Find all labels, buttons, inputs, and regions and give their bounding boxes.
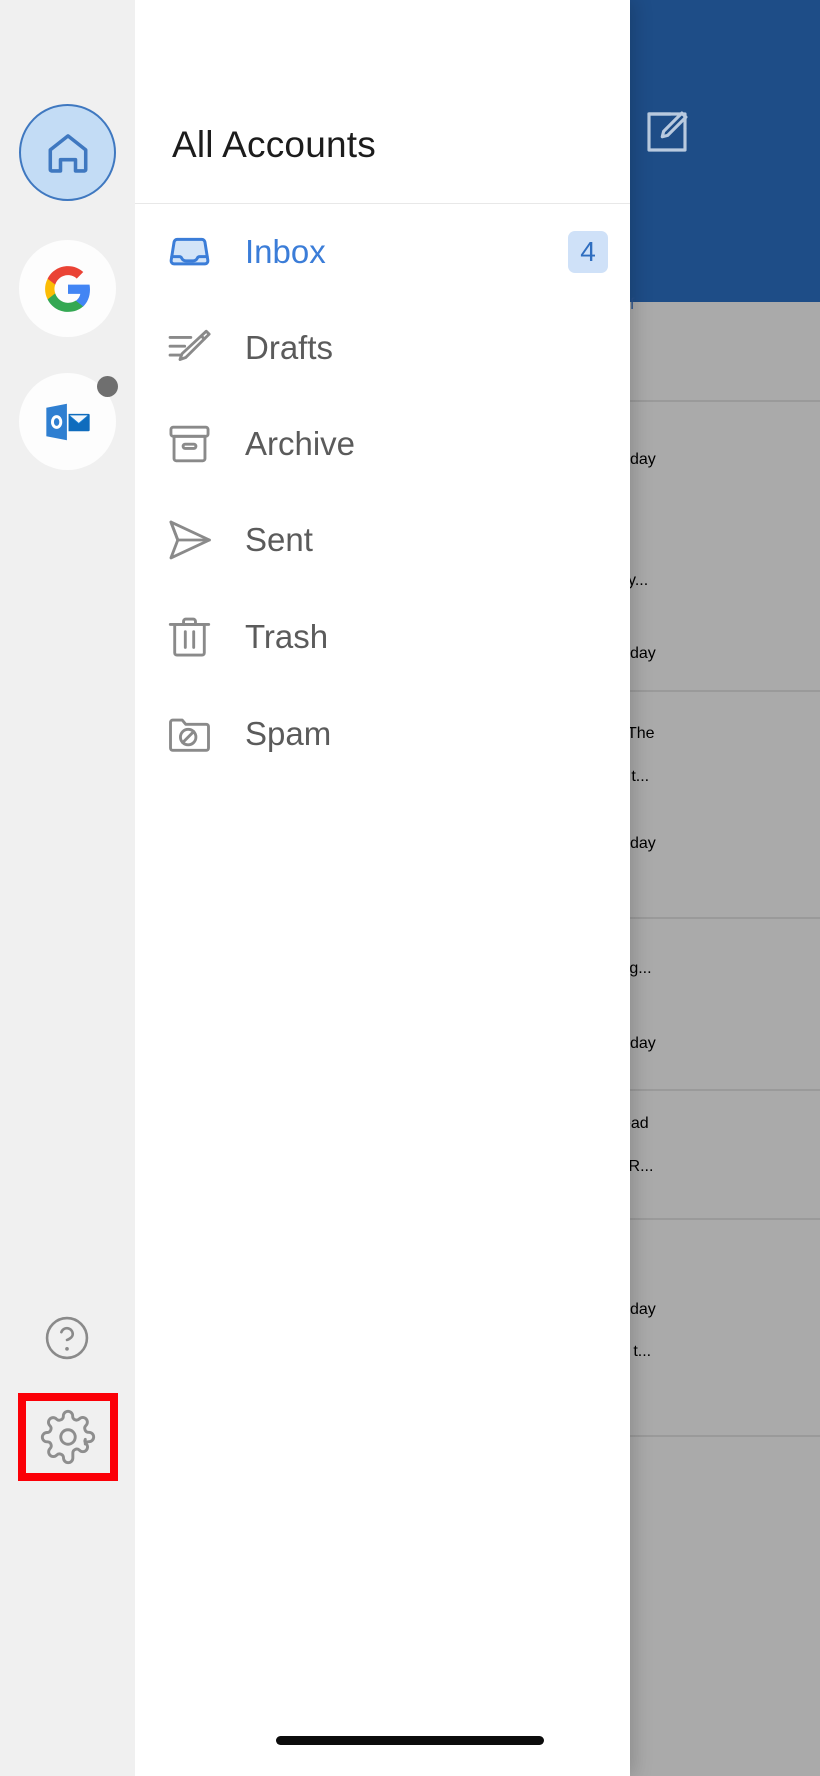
drafts-pencil-icon — [163, 322, 216, 375]
archive-box-icon — [163, 418, 216, 471]
settings-highlight-box — [18, 1393, 118, 1481]
page-title: All Accounts — [172, 124, 376, 165]
drawer-content: All Accounts Inbox 4 Drafts Archive Sent… — [135, 0, 630, 1776]
folder-label: Trash — [245, 618, 329, 655]
trash-can-icon — [163, 611, 216, 664]
google-icon — [44, 265, 90, 312]
spam-folder-icon — [163, 708, 216, 761]
paper-plane-icon — [163, 514, 216, 567]
rail-account-outlook[interactable] — [19, 373, 118, 470]
folder-item-inbox[interactable]: Inbox 4 — [135, 204, 630, 300]
home-indicator — [276, 1736, 544, 1745]
help-circle-icon[interactable] — [41, 1312, 93, 1364]
home-icon — [48, 133, 87, 173]
inbox-unread-badge: 4 — [568, 231, 608, 273]
folder-label: Inbox — [245, 233, 326, 270]
rail-account-google[interactable] — [19, 240, 116, 337]
account-rail — [0, 0, 135, 1776]
gear-icon[interactable] — [40, 1409, 96, 1465]
folder-item-trash[interactable]: Trash — [135, 589, 630, 685]
inbox-tray-icon — [163, 226, 216, 279]
folder-label: Sent — [245, 521, 313, 558]
folder-label: Drafts — [245, 329, 334, 366]
outlook-icon — [45, 403, 90, 440]
folder-label: Spam — [245, 715, 332, 752]
folder-label: Archive — [245, 425, 356, 462]
navigation-drawer: All Accounts Inbox 4 Drafts Archive Sent… — [0, 0, 630, 1776]
folder-item-archive[interactable]: Archive — [135, 396, 630, 492]
rail-account-all-accounts[interactable] — [19, 104, 116, 201]
folder-item-drafts[interactable]: Drafts — [135, 300, 630, 396]
folder-item-spam[interactable]: Spam — [135, 686, 630, 782]
unread-indicator-dot — [97, 376, 118, 397]
folder-item-sent[interactable]: Sent — [135, 492, 630, 588]
